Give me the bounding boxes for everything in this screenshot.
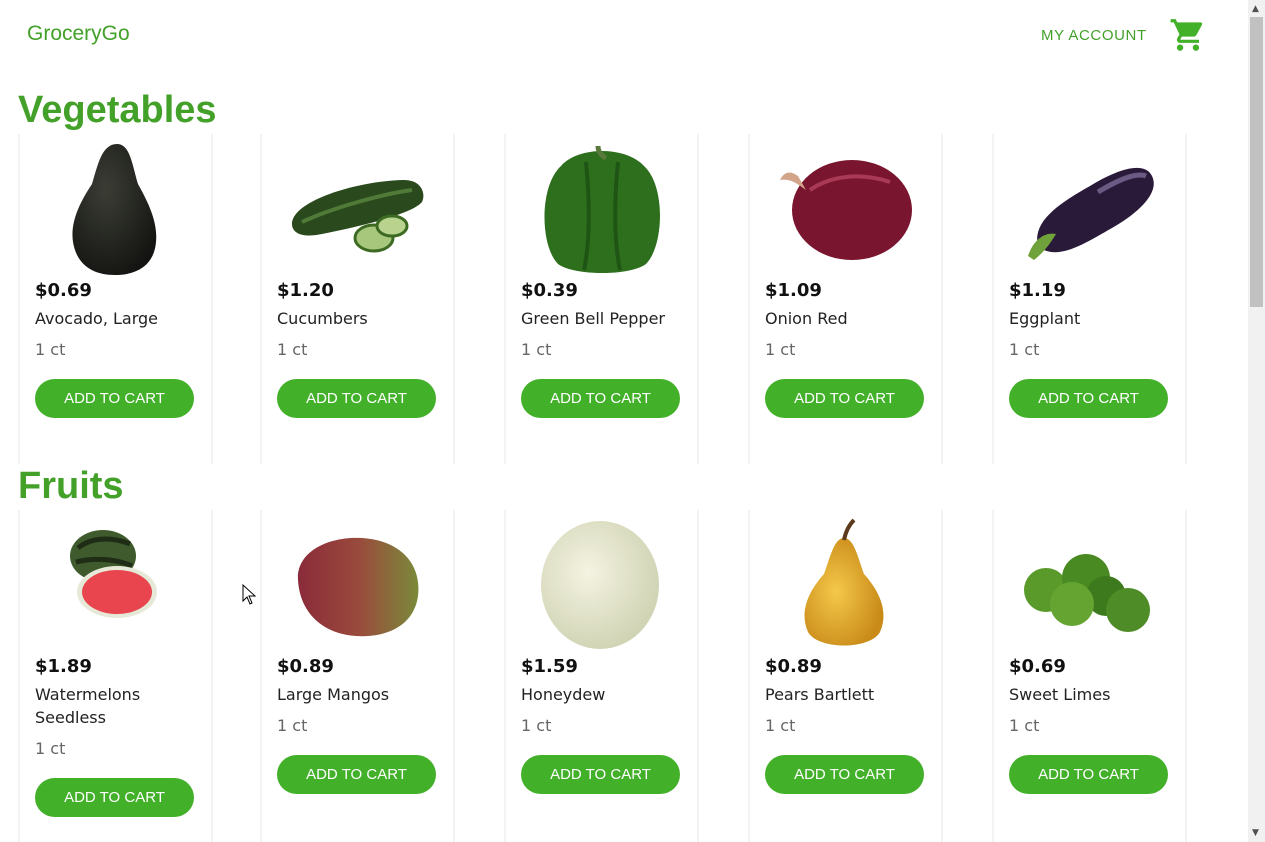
product-price: $0.69 [35,280,92,301]
add-to-cart-button[interactable]: ADD TO CART [521,379,680,418]
product-price: $0.89 [277,656,334,677]
product-price: $0.39 [521,280,578,301]
product-unit: 1 ct [1009,340,1040,359]
product-card: $0.89 Large Mangos 1 ct ADD TO CART [260,510,455,842]
mango-image[interactable] [262,518,453,652]
product-name[interactable]: Avocado, Large [35,307,205,330]
add-to-cart-button[interactable]: ADD TO CART [765,379,924,418]
green-bell-pepper-image[interactable] [506,142,697,276]
product-name[interactable]: Watermelons Seedless [35,683,205,729]
product-card: $1.89 Watermelons Seedless 1 ct ADD TO C… [18,510,213,842]
avocado-image[interactable] [20,142,211,276]
product-price: $0.89 [765,656,822,677]
add-to-cart-button[interactable]: ADD TO CART [277,755,436,794]
product-price: $1.19 [1009,280,1066,301]
product-name[interactable]: Onion Red [765,307,935,330]
product-price: $1.59 [521,656,578,677]
scroll-down-arrow-icon[interactable]: ▼ [1252,828,1259,838]
add-to-cart-button[interactable]: ADD TO CART [521,755,680,794]
product-name[interactable]: Honeydew [521,683,691,706]
product-unit: 1 ct [765,340,796,359]
product-name[interactable]: Cucumbers [277,307,447,330]
add-to-cart-button[interactable]: ADD TO CART [35,379,194,418]
product-price: $1.09 [765,280,822,301]
add-to-cart-button[interactable]: ADD TO CART [35,778,194,817]
eggplant-image[interactable] [994,142,1185,276]
add-to-cart-button[interactable]: ADD TO CART [1009,755,1168,794]
product-card: $1.19 Eggplant 1 ct ADD TO CART [992,134,1187,464]
mouse-cursor-icon [242,584,257,605]
add-to-cart-button[interactable]: ADD TO CART [277,379,436,418]
product-card: $1.09 Onion Red 1 ct ADD TO CART [748,134,943,464]
section-title-fruits: Fruits [18,465,124,507]
pear-image[interactable] [750,518,941,652]
vertical-scrollbar[interactable]: ▲ ▼ [1248,0,1265,842]
scroll-up-arrow-icon[interactable]: ▲ [1252,4,1259,14]
product-unit: 1 ct [1009,716,1040,735]
product-card: $1.20 Cucumbers 1 ct ADD TO CART [260,134,455,464]
product-card: $1.59 Honeydew 1 ct ADD TO CART [504,510,699,842]
product-price: $1.89 [35,656,92,677]
product-unit: 1 ct [277,716,308,735]
product-card: $0.69 Sweet Limes 1 ct ADD TO CART [992,510,1187,842]
product-unit: 1 ct [521,716,552,735]
product-row-fruits: $1.89 Watermelons Seedless 1 ct ADD TO C… [18,510,1238,842]
product-unit: 1 ct [765,716,796,735]
product-card: $0.89 Pears Bartlett 1 ct ADD TO CART [748,510,943,842]
watermelon-image[interactable] [20,518,211,652]
section-title-vegetables: Vegetables [18,89,217,131]
my-account-link[interactable]: MY ACCOUNT [1041,27,1147,44]
add-to-cart-button[interactable]: ADD TO CART [1009,379,1168,418]
product-row-vegetables: $0.69 Avocado, Large 1 ct ADD TO CART $1… [18,134,1238,464]
product-card: $0.39 Green Bell Pepper 1 ct ADD TO CART [504,134,699,464]
product-name[interactable]: Green Bell Pepper [521,307,691,330]
product-unit: 1 ct [35,739,66,758]
product-name[interactable]: Pears Bartlett [765,683,935,706]
product-unit: 1 ct [521,340,552,359]
brand-logo[interactable]: GroceryGo [27,22,130,46]
product-price: $0.69 [1009,656,1066,677]
product-unit: 1 ct [35,340,66,359]
honeydew-image[interactable] [506,518,697,652]
add-to-cart-button[interactable]: ADD TO CART [765,755,924,794]
product-name[interactable]: Large Mangos [277,683,447,706]
product-name[interactable]: Eggplant [1009,307,1179,330]
product-unit: 1 ct [277,340,308,359]
product-price: $1.20 [277,280,334,301]
shopping-cart-icon[interactable] [1169,16,1207,54]
product-card: $0.69 Avocado, Large 1 ct ADD TO CART [18,134,213,464]
site-header: GroceryGo MY ACCOUNT [0,0,1248,70]
scroll-thumb[interactable] [1250,17,1263,307]
product-name[interactable]: Sweet Limes [1009,683,1179,706]
limes-image[interactable] [994,518,1185,652]
red-onion-image[interactable] [750,142,941,276]
cucumber-image[interactable] [262,142,453,276]
